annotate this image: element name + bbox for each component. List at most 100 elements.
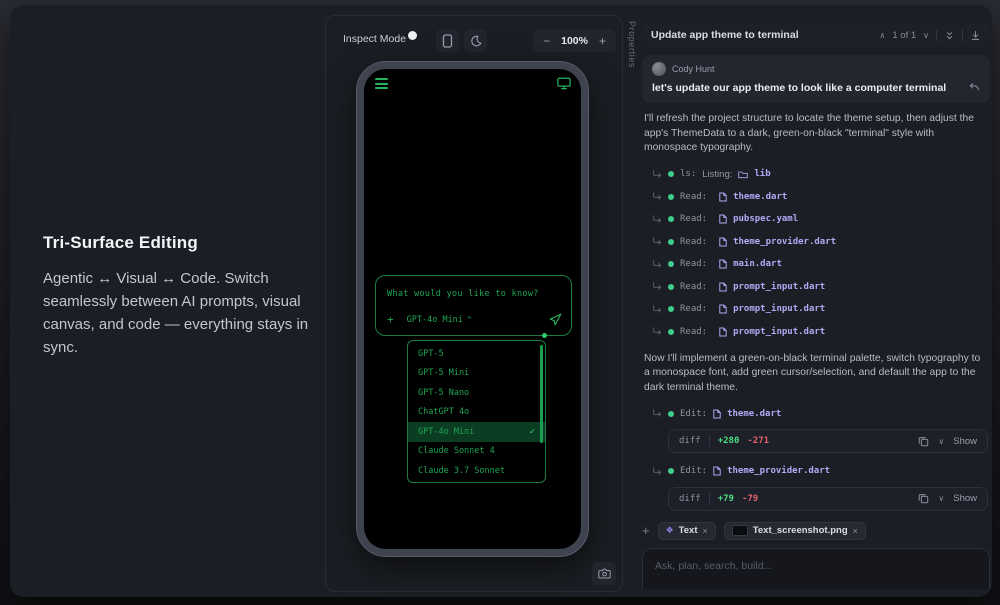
phone-prompt-text: What would you like to know? (387, 289, 539, 299)
remove-chip-icon[interactable]: × (853, 526, 858, 536)
tool-call-row[interactable]: ls: Listing: lib (642, 163, 990, 186)
status-dot (668, 171, 674, 177)
prompt-input[interactable]: Ask, plan, search, build... Auto ∨ ↑ (642, 548, 990, 589)
zoom-in-button[interactable]: + (599, 34, 606, 48)
attachment-chip-screenshot[interactable]: Text_screenshot.png × (724, 522, 866, 540)
canvas-panel: Inspect Mode − 100% + What would you lik… (325, 15, 623, 592)
dropdown-scrollbar[interactable] (540, 345, 543, 443)
model-option[interactable]: GPT-5 Mini ✓ (408, 364, 545, 384)
toggle-knob (408, 31, 417, 40)
chevron-up-icon: ^ (467, 315, 472, 324)
copy-icon[interactable] (918, 436, 929, 447)
diff-deletions: -79 (742, 494, 758, 504)
feature-heading: Tri-Surface Editing (43, 233, 311, 253)
display-icon[interactable] (557, 77, 571, 90)
file-icon (719, 237, 727, 247)
tool-call-row[interactable]: Edit: theme.dart (642, 403, 990, 426)
download-icon[interactable] (970, 30, 981, 41)
branch-arrow-icon (652, 170, 662, 179)
send-plane-icon[interactable] (549, 313, 562, 326)
screenshot-button[interactable] (592, 562, 616, 585)
tool-call-row[interactable]: Read: prompt_input.dart (642, 298, 990, 321)
file-icon (719, 304, 727, 314)
file-icon (713, 409, 721, 419)
tool-call-list: ls: Listing: lib Read: theme.dart (642, 163, 990, 343)
model-option[interactable]: Claude Sonnet 4 ✓ (408, 442, 545, 462)
user-name: Cody Hunt (672, 64, 715, 74)
file-icon (719, 192, 727, 202)
tool-call-row[interactable]: Read: prompt_input.dart (642, 320, 990, 343)
next-thread-icon[interactable]: ∨ (923, 31, 929, 40)
status-dot (668, 216, 674, 222)
chevron-down-icon[interactable]: ∨ (938, 494, 944, 503)
user-message-card: Cody Hunt let's update our app theme to … (642, 55, 990, 103)
branch-arrow-icon (652, 409, 662, 418)
prev-thread-icon[interactable]: ∧ (880, 31, 886, 40)
image-thumbnail (732, 525, 748, 536)
branch-arrow-icon (652, 215, 662, 224)
camera-icon (598, 568, 611, 579)
diff-additions: +280 (718, 436, 740, 446)
attachment-chip-text[interactable]: ❖ Text × (658, 522, 716, 540)
model-option[interactable]: GPT-5 Nano ✓ (408, 383, 545, 403)
feature-text-block: Tri-Surface Editing Agentic ↔ Visual ↔ C… (43, 233, 311, 359)
copy-icon[interactable] (918, 493, 929, 504)
moon-icon (470, 35, 482, 47)
diff-summary: diff +79 -79 ∨ Show (668, 487, 988, 511)
status-dot (668, 468, 674, 474)
model-option[interactable]: GPT-5 ✓ (408, 344, 545, 364)
chevron-down-icon[interactable]: ∨ (938, 437, 944, 446)
model-option[interactable]: Claude 3.7 Sonnet ✓ (408, 461, 545, 481)
branch-arrow-icon (652, 282, 662, 291)
tool-call-row[interactable]: Read: theme.dart (642, 185, 990, 208)
user-avatar (652, 62, 666, 76)
device-preview-button[interactable] (436, 29, 459, 52)
folder-icon (738, 170, 748, 179)
branch-arrow-icon (652, 237, 662, 246)
tool-call-row[interactable]: Read: main.dart (642, 253, 990, 276)
diff-summary: diff +280 -271 ∨ Show (668, 429, 988, 453)
inspect-mode-label: Inspect Mode (343, 33, 406, 45)
assistant-intro: I'll refresh the project structure to lo… (644, 112, 988, 156)
tool-call-row[interactable]: Read: prompt_input.dart (642, 275, 990, 298)
show-diff-button[interactable]: Show (953, 493, 977, 504)
zoom-out-button[interactable]: − (543, 34, 550, 48)
properties-tab[interactable]: Properties (627, 21, 637, 68)
zoom-level: 100% (561, 35, 588, 47)
edit-group: Edit: theme.dart diff +280 -271 ∨ Show (642, 403, 990, 454)
restore-checkpoint-icon[interactable] (968, 81, 980, 93)
branch-arrow-icon (652, 467, 662, 476)
model-option[interactable]: ChatGPT 4o ✓ (408, 403, 545, 423)
selection-anchor-dot (542, 333, 547, 338)
tool-call-row[interactable]: Read: pubspec.yaml (642, 208, 990, 231)
branch-arrow-icon (652, 260, 662, 269)
diff-additions: +79 (718, 494, 734, 504)
model-selector[interactable]: GPT-4o Mini (407, 315, 463, 325)
app-window: Tri-Surface Editing Agentic ↔ Visual ↔ C… (10, 5, 992, 597)
user-message: let's update our app theme to look like … (652, 82, 980, 94)
file-icon (713, 466, 721, 476)
tool-call-row[interactable]: Read: theme_provider.dart (642, 230, 990, 253)
sparkle-icon: ❖ (666, 525, 674, 536)
status-dot (668, 261, 674, 267)
remove-chip-icon[interactable]: × (703, 526, 708, 536)
phone-icon (442, 34, 453, 48)
status-dot (668, 284, 674, 290)
model-option[interactable]: GPT-4o Mini ✓ (408, 422, 545, 442)
dark-mode-button[interactable] (464, 29, 487, 52)
attachment-chips: + ❖ Text × Text_screenshot.png × (642, 522, 990, 540)
chat-title: Update app theme to terminal (651, 29, 799, 41)
file-icon (719, 327, 727, 337)
phone-prompt-box[interactable]: What would you like to know? + GPT-4o Mi… (375, 275, 572, 336)
branch-arrow-icon (652, 192, 662, 201)
tool-call-row[interactable]: Edit: theme_provider.dart (642, 460, 990, 483)
status-dot (668, 411, 674, 417)
attach-plus-icon[interactable]: + (387, 313, 394, 326)
show-diff-button[interactable]: Show (953, 436, 977, 447)
edit-group: Edit: theme_provider.dart diff +79 -79 ∨… (642, 460, 990, 511)
collapse-all-icon[interactable] (944, 30, 955, 41)
inspect-mode-control[interactable]: Inspect Mode (334, 29, 415, 52)
menu-icon[interactable] (375, 78, 388, 92)
add-attachment-button[interactable]: + (642, 523, 650, 538)
status-dot (668, 306, 674, 312)
